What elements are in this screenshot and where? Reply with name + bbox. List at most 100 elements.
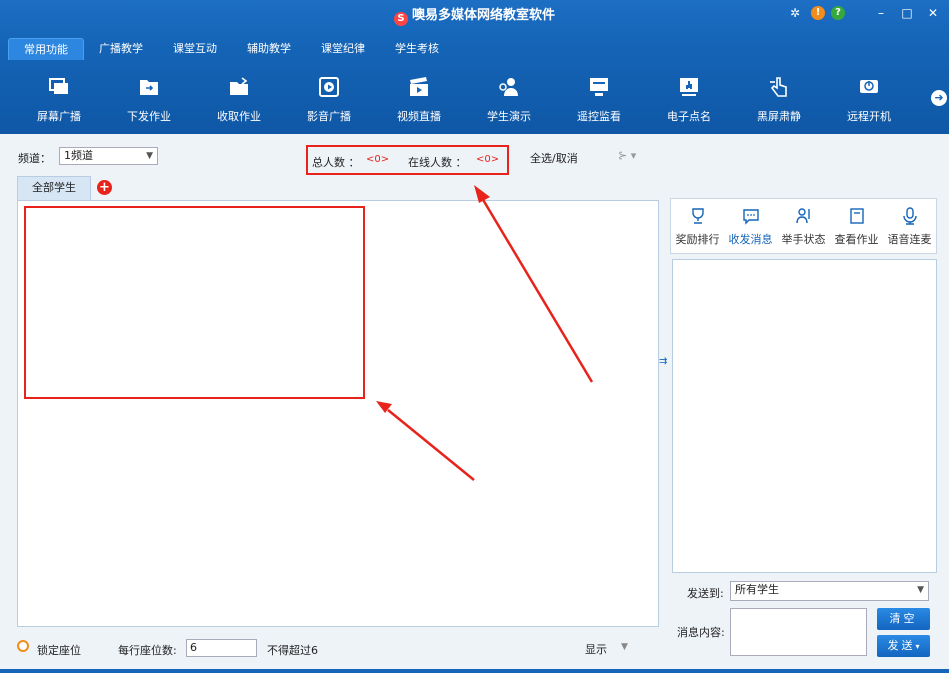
right-tool-panel: 奖励排行 收发消息 举手状态 查看作业 语音连麦 xyxy=(670,198,937,254)
tool-label: 远程开机 xyxy=(847,110,891,123)
top-chrome: S 噢易多媒体网络教室软件 ✲ ! ? – □ ✕ 常用功能 广播教学 课堂互动 … xyxy=(0,0,949,134)
total-count-label: 总人数 ： xyxy=(312,156,360,169)
add-tab-icon[interactable]: + xyxy=(97,180,112,195)
send-button[interactable]: 发送▾ xyxy=(877,635,930,657)
message-content-input[interactable] xyxy=(730,608,867,656)
trophy-icon xyxy=(689,207,707,225)
media-broadcast-button[interactable]: 影音广播 xyxy=(284,60,374,130)
panel-splitter-icon[interactable]: ⇉ xyxy=(659,356,669,370)
online-count-label: 在线人数 ： xyxy=(408,156,467,169)
rtool-label: 查看作业 xyxy=(834,233,879,246)
student-demo-button[interactable]: 学生演示 xyxy=(464,60,554,130)
roll-call-icon xyxy=(678,76,700,98)
collect-homework-icon xyxy=(228,76,250,98)
display-menu[interactable]: 显示 xyxy=(585,641,607,657)
tool-label: 遥控监看 xyxy=(577,110,621,123)
roll-call-button[interactable]: 电子点名 xyxy=(644,60,734,130)
tab-classroom-interaction[interactable]: 课堂互动 xyxy=(158,38,232,60)
seats-limit-label: 不得超过6 xyxy=(267,644,318,657)
video-live-button[interactable]: 视频直播 xyxy=(374,60,464,130)
chevron-down-icon[interactable]: ▼ xyxy=(621,642,628,652)
student-demo-icon xyxy=(498,76,520,98)
media-broadcast-icon xyxy=(318,76,340,98)
black-screen-icon xyxy=(768,76,790,98)
microphone-icon xyxy=(901,207,919,225)
tool-label: 影音广播 xyxy=(307,110,351,123)
settings-icon[interactable]: ✲ xyxy=(785,4,805,22)
tool-label: 视频直播 xyxy=(397,110,441,123)
chevron-down-icon: ▼ xyxy=(917,585,924,595)
remote-power-button[interactable]: 远程开机 xyxy=(824,60,914,130)
remote-monitor-button[interactable]: 遥控监看 xyxy=(554,60,644,130)
send-homework-button[interactable]: 下发作业 xyxy=(104,60,194,130)
tool-label: 屏幕广播 xyxy=(37,110,81,123)
bottom-border xyxy=(0,669,949,673)
tab-assisted-teaching[interactable]: 辅助教学 xyxy=(232,38,306,60)
rtool-label: 语音连麦 xyxy=(887,233,932,246)
lock-seat-radio[interactable] xyxy=(17,640,29,652)
raise-hand-icon xyxy=(795,207,813,225)
tool-label: 电子点名 xyxy=(667,110,711,123)
channel-select-value: 1频道 xyxy=(64,149,93,162)
channel-select[interactable]: 1频道 ▼ xyxy=(59,147,158,165)
collect-homework-button[interactable]: 收取作业 xyxy=(194,60,284,130)
annotation-rectangle xyxy=(24,206,365,399)
group-tree-icon[interactable]: ⊱ ▾ xyxy=(618,149,636,162)
send-options-icon[interactable]: ▾ xyxy=(915,642,919,651)
online-count-value: <0> xyxy=(476,154,500,165)
tab-broadcast-teaching[interactable]: 广播教学 xyxy=(84,38,158,60)
send-to-label: 发送到: xyxy=(687,587,724,600)
video-live-icon xyxy=(408,76,430,98)
voice-connect-button[interactable]: 语音连麦 xyxy=(883,199,936,253)
tool-label: 下发作业 xyxy=(127,110,171,123)
message-list[interactable] xyxy=(672,259,937,573)
tool-label: 黑屏肃静 xyxy=(757,110,801,123)
app-title-text: 噢易多媒体网络教室软件 xyxy=(411,8,555,23)
select-all-toggle[interactable]: 全选/取消 xyxy=(530,150,578,166)
total-count-value: <0> xyxy=(366,154,390,165)
remote-monitor-icon xyxy=(588,76,610,98)
tool-label: 收取作业 xyxy=(217,110,261,123)
main-toolbar: 屏幕广播 下发作业 收取作业 影音广播 视频直播 学生演示 遥控监看 电子点名 … xyxy=(0,60,949,134)
channel-label: 频道： xyxy=(18,152,51,165)
title-bar: S 噢易多媒体网络教室软件 ✲ ! ? – □ ✕ xyxy=(0,0,949,28)
tool-label: 学生演示 xyxy=(487,110,531,123)
chevron-down-icon: ▼ xyxy=(146,151,153,161)
info-icon[interactable]: ! xyxy=(811,6,825,20)
rtool-label: 收发消息 xyxy=(728,233,773,246)
toolbar-more-icon[interactable]: ➜ xyxy=(931,90,947,106)
clear-button[interactable]: 清空 xyxy=(877,608,930,630)
messages-button[interactable]: 收发消息 xyxy=(724,199,777,253)
screen-broadcast-icon xyxy=(48,76,70,98)
rtool-label: 奖励排行 xyxy=(675,233,720,246)
remote-power-icon xyxy=(858,76,880,98)
send-to-select[interactable]: 所有学生 ▼ xyxy=(730,581,929,601)
minimize-icon[interactable]: – xyxy=(871,4,891,22)
window-controls: ✲ ! ? – □ ✕ xyxy=(785,4,943,22)
screen-broadcast-button[interactable]: 屏幕广播 xyxy=(14,60,104,130)
send-to-select-value: 所有学生 xyxy=(735,583,779,596)
maximize-icon[interactable]: □ xyxy=(897,4,917,22)
seats-per-row-input[interactable]: 6 xyxy=(186,639,257,657)
menu-tabs: 常用功能 广播教学 课堂互动 辅助教学 课堂纪律 学生考核 xyxy=(8,38,454,60)
view-homework-button[interactable]: 查看作业 xyxy=(830,199,883,253)
app-logo-icon: S xyxy=(393,12,408,26)
tab-common-functions[interactable]: 常用功能 xyxy=(8,38,84,60)
tab-all-students[interactable]: 全部学生 xyxy=(17,176,91,200)
message-content-label: 消息内容: xyxy=(677,626,725,639)
tab-student-assessment[interactable]: 学生考核 xyxy=(380,38,454,60)
message-icon xyxy=(742,207,760,225)
rtool-label: 举手状态 xyxy=(781,233,826,246)
filter-row: 频道： 1频道 ▼ 总人数 ： <0> 在线人数 ： <0> 全选/取消 ⊱ ▾ xyxy=(0,134,660,178)
close-icon[interactable]: ✕ xyxy=(923,4,943,22)
raise-hand-button[interactable]: 举手状态 xyxy=(777,199,830,253)
lock-seat-label: 锁定座位 xyxy=(37,644,81,657)
help-icon[interactable]: ? xyxy=(831,6,845,20)
send-homework-icon xyxy=(138,76,160,98)
reward-ranking-button[interactable]: 奖励排行 xyxy=(671,199,724,253)
black-screen-button[interactable]: 黑屏肃静 xyxy=(734,60,824,130)
tab-classroom-discipline[interactable]: 课堂纪律 xyxy=(306,38,380,60)
homework-icon xyxy=(848,207,866,225)
student-count-box: 总人数 ： <0> 在线人数 ： <0> xyxy=(306,145,509,175)
seats-per-row-label: 每行座位数: xyxy=(118,644,177,657)
